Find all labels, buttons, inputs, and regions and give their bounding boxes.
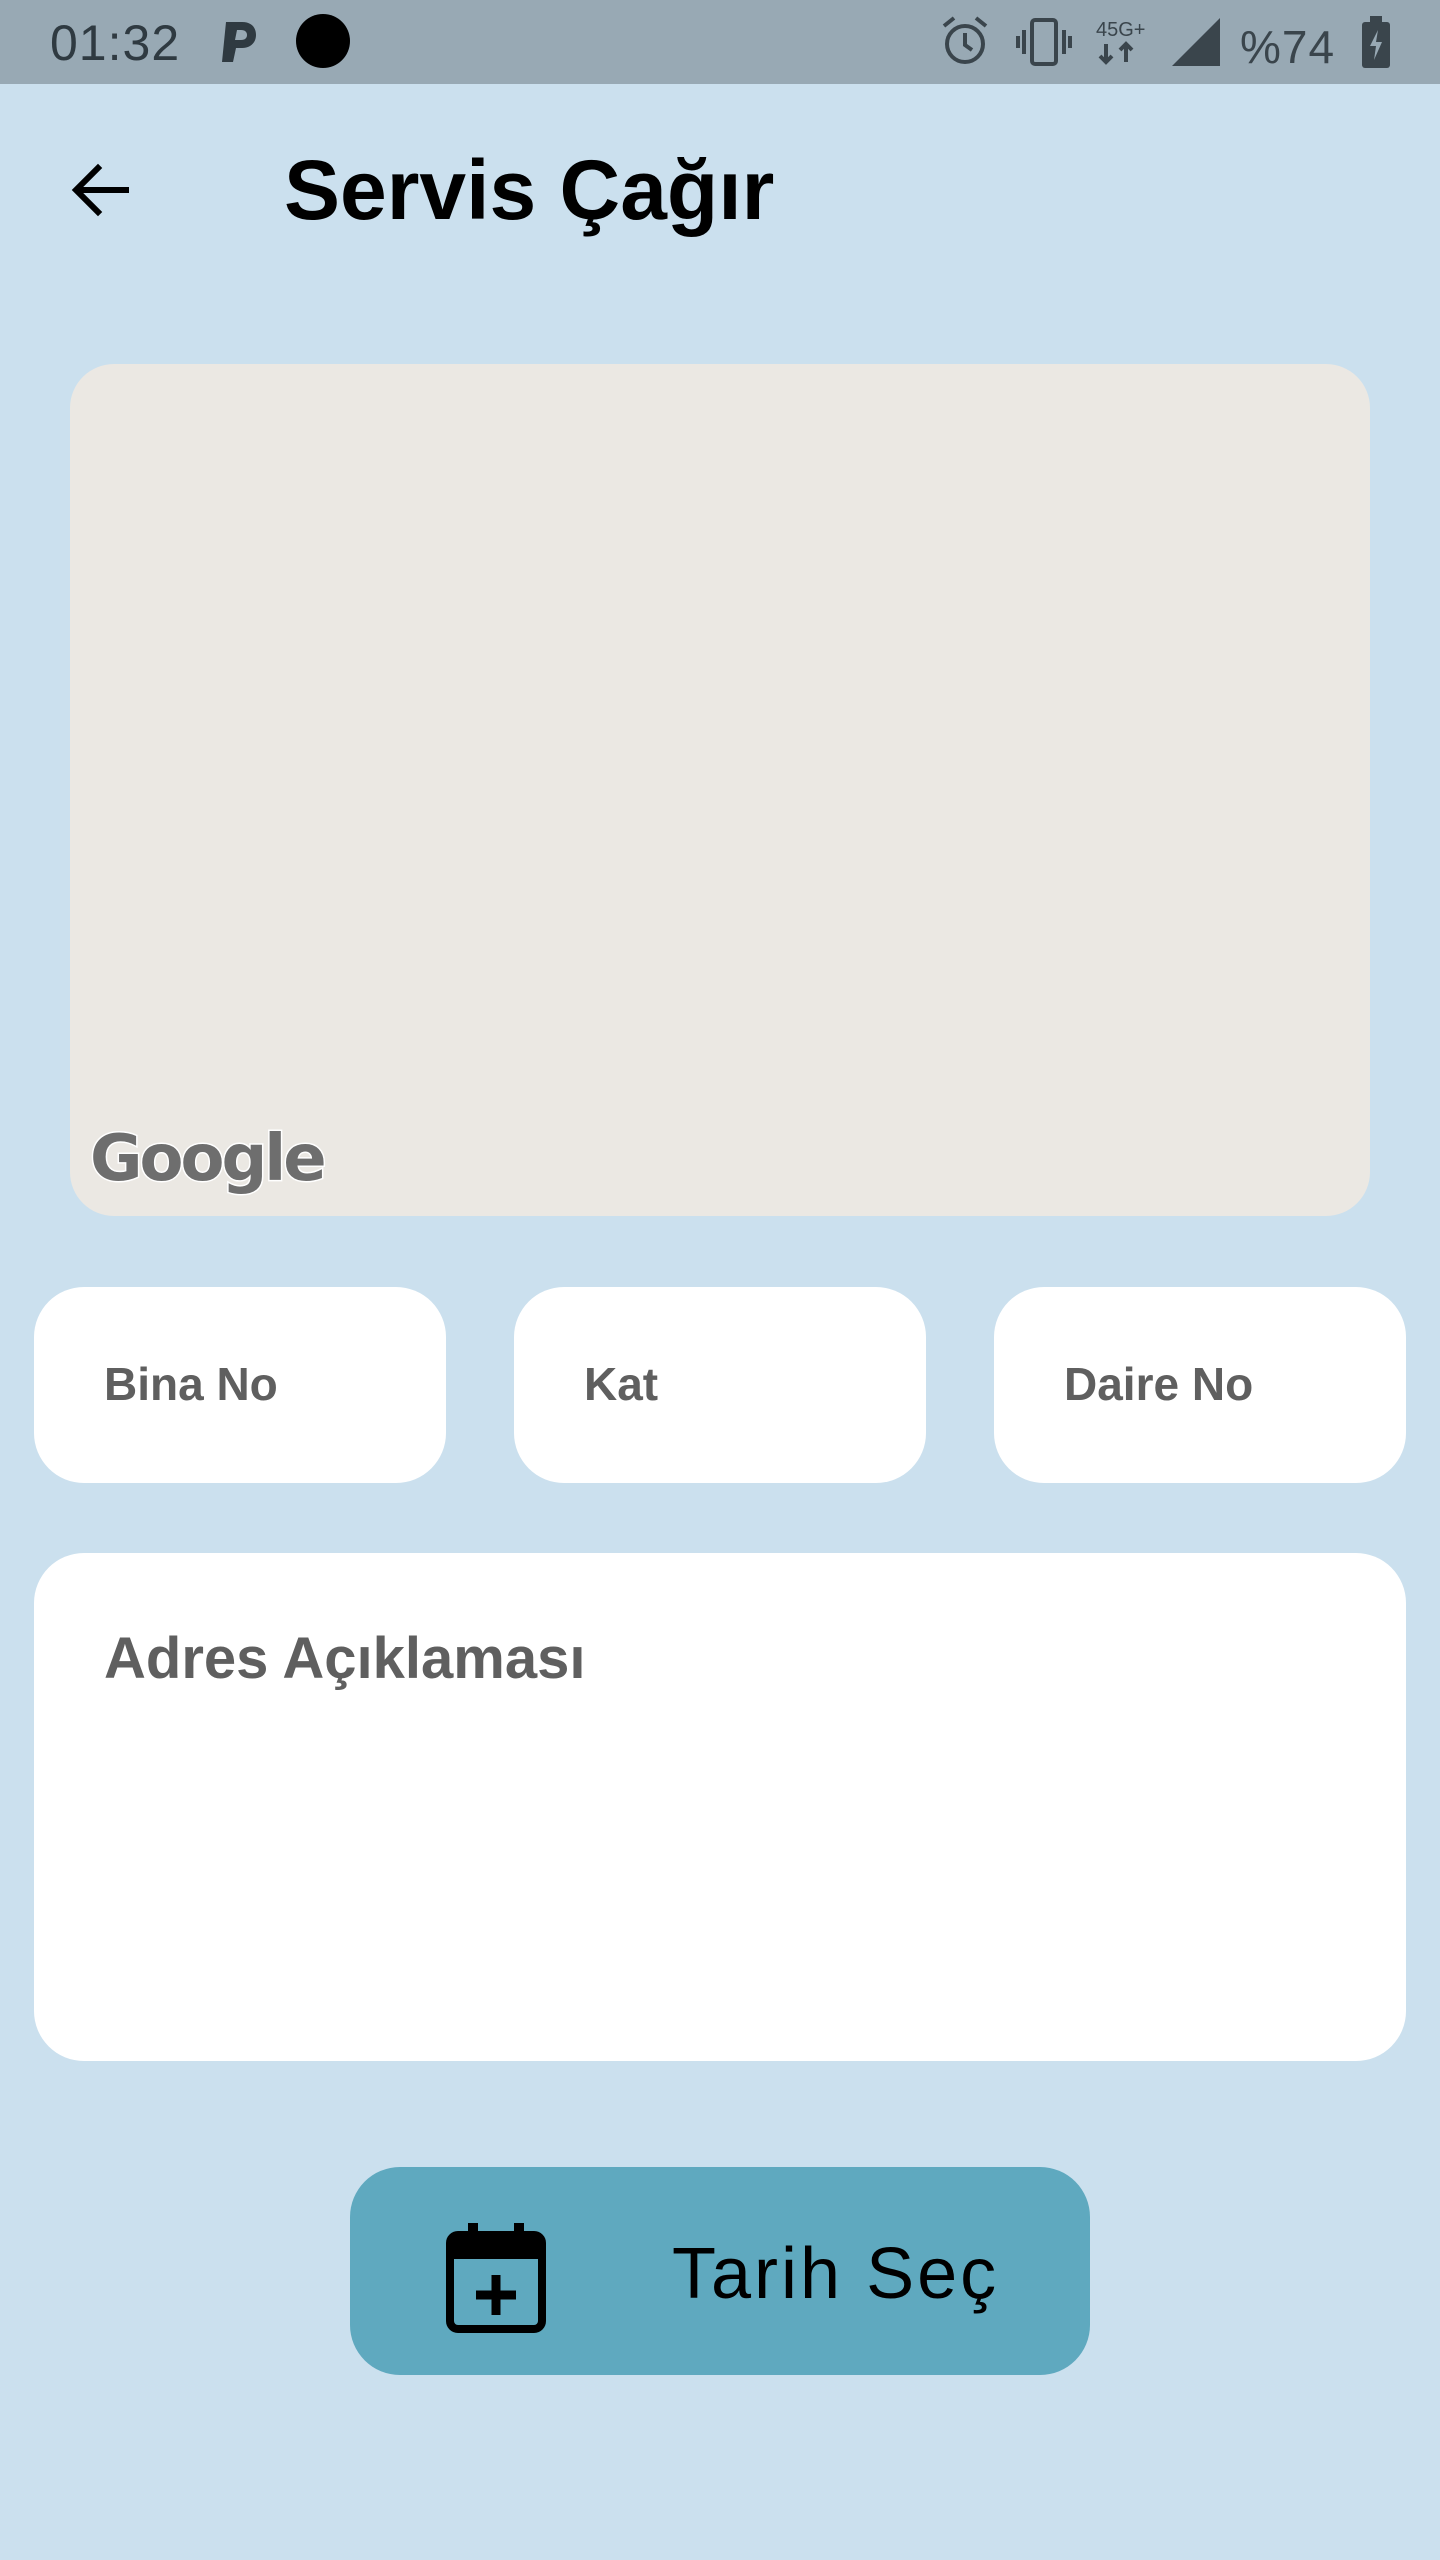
kat-field[interactable]: Kat [514,1287,926,1483]
signal-icon [1172,18,1220,66]
status-bar: 01:32 45G+ %74 [0,0,1440,84]
back-button[interactable] [60,150,140,230]
adres-aciklamasi-field[interactable]: Adres Açıklaması [34,1553,1406,2061]
network-45g-icon: 45G+ [1096,19,1145,65]
tarih-sec-label: Tarih Seç [672,2234,1000,2314]
adres-aciklamasi-placeholder: Adres Açıklaması [104,1626,586,1691]
notification-dot-icon [296,14,350,68]
daire-no-field[interactable]: Daire No [994,1287,1406,1483]
status-time: 01:32 [50,15,181,71]
bina-no-placeholder: Bina No [104,1358,278,1410]
arrow-left-icon [71,163,129,217]
vibrate-icon [1016,18,1072,66]
map-view[interactable]: Google [70,364,1370,1216]
battery-percentage: %74 [1240,21,1336,73]
calendar-add-icon [446,2223,546,2333]
page-title: Servis Çağır [284,143,775,237]
battery-charging-icon [1362,16,1390,68]
status-right-icons: 45G+ %74 [940,14,1400,73]
tarih-sec-button[interactable]: Tarih Seç [350,2167,1090,2375]
parking-icon [222,22,256,62]
google-logo: Google [89,1121,329,1198]
bina-no-field[interactable]: Bina No [34,1287,446,1483]
alarm-icon [942,16,988,64]
daire-no-placeholder: Daire No [1064,1358,1254,1410]
svg-text:45G+: 45G+ [1096,19,1145,41]
kat-placeholder: Kat [584,1358,659,1410]
